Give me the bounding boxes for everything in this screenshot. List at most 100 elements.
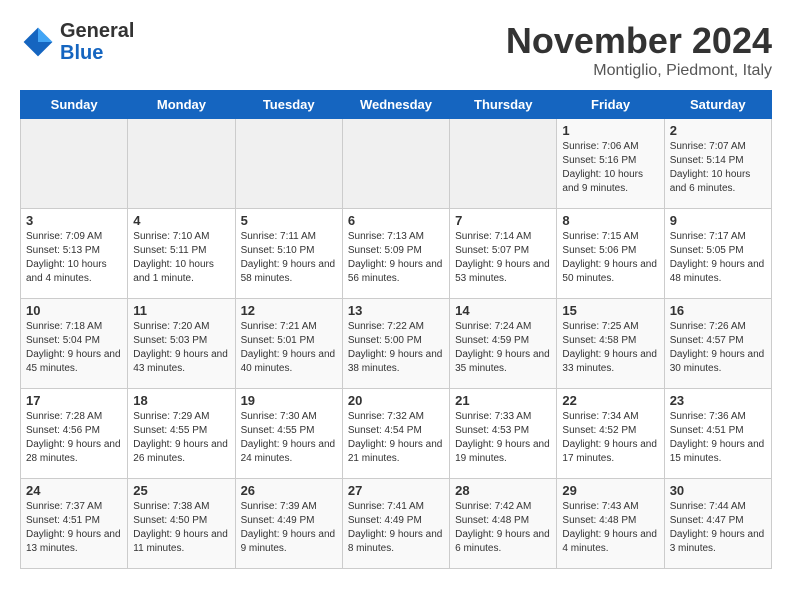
day-info: Sunrise: 7:22 AMSunset: 5:00 PMDaylight:… [348,320,444,376]
calendar-cell: 17 Sunrise: 7:28 AMSunset: 4:56 PMDayligh… [21,389,128,479]
day-number: 18 [133,393,229,408]
day-info: Sunrise: 7:09 AMSunset: 5:13 PMDaylight:… [26,230,122,286]
day-of-week-header: Saturday [664,91,771,119]
day-number: 3 [26,213,122,228]
day-info: Sunrise: 7:13 AMSunset: 5:09 PMDaylight:… [348,230,444,286]
day-number: 10 [26,303,122,318]
calendar-cell: 23 Sunrise: 7:36 AMSunset: 4:51 PMDayligh… [664,389,771,479]
calendar-cell: 2 Sunrise: 7:07 AMSunset: 5:14 PMDaylight… [664,119,771,209]
day-number: 15 [562,303,658,318]
day-number: 26 [241,483,337,498]
calendar-cell [450,119,557,209]
day-info: Sunrise: 7:38 AMSunset: 4:50 PMDaylight:… [133,500,229,556]
day-info: Sunrise: 7:15 AMSunset: 5:06 PMDaylight:… [562,230,658,286]
calendar-cell: 4Sunrise: 7:10 AMSunset: 5:11 PMDaylight… [128,209,235,299]
day-info: Sunrise: 7:17 AMSunset: 5:05 PMDaylight:… [670,230,766,286]
day-info: Sunrise: 7:30 AMSunset: 4:55 PMDaylight:… [241,410,337,466]
day-info: Sunrise: 7:25 AMSunset: 4:58 PMDaylight:… [562,320,658,376]
calendar-cell: 21 Sunrise: 7:33 AMSunset: 4:53 PMDayligh… [450,389,557,479]
day-number: 9 [670,213,766,228]
day-number: 13 [348,303,444,318]
calendar-cell: 11 Sunrise: 7:20 AMSunset: 5:03 PMDayligh… [128,299,235,389]
day-number: 17 [26,393,122,408]
day-number: 30 [670,483,766,498]
day-info: Sunrise: 7:11 AMSunset: 5:10 PMDaylight:… [241,230,337,286]
calendar-cell: 5 Sunrise: 7:11 AMSunset: 5:10 PMDaylight… [235,209,342,299]
location: Montiglio, Piedmont, Italy [506,62,772,80]
calendar-cell: 18 Sunrise: 7:29 AMSunset: 4:55 PMDayligh… [128,389,235,479]
day-info: Sunrise: 7:36 AMSunset: 4:51 PMDaylight:… [670,410,766,466]
day-info: Sunrise: 7:39 AMSunset: 4:49 PMDaylight:… [241,500,337,556]
calendar-cell: 7 Sunrise: 7:14 AMSunset: 5:07 PMDaylight… [450,209,557,299]
day-number: 22 [562,393,658,408]
calendar-table: SundayMondayTuesdayWednesdayThursdayFrid… [20,90,772,569]
day-number: 5 [241,213,337,228]
day-number: 28 [455,483,551,498]
calendar-cell: 8 Sunrise: 7:15 AMSunset: 5:06 PMDaylight… [557,209,664,299]
day-info: Sunrise: 7:32 AMSunset: 4:54 PMDaylight:… [348,410,444,466]
day-of-week-header: Sunday [21,91,128,119]
day-info: Sunrise: 7:21 AMSunset: 5:01 PMDaylight:… [241,320,337,376]
day-number: 14 [455,303,551,318]
day-info: Sunrise: 7:43 AMSunset: 4:48 PMDaylight:… [562,500,658,556]
calendar-cell: 24 Sunrise: 7:37 AMSunset: 4:51 PMDayligh… [21,479,128,569]
calendar-cell [235,119,342,209]
title-area: November 2024 Montiglio, Piedmont, Italy [506,20,772,80]
calendar-cell: 27 Sunrise: 7:41 AMSunset: 4:49 PMDayligh… [342,479,449,569]
day-info: Sunrise: 7:24 AMSunset: 4:59 PMDaylight:… [455,320,551,376]
day-info: Sunrise: 7:06 AMSunset: 5:16 PMDaylight:… [562,140,658,196]
calendar-cell: 9 Sunrise: 7:17 AMSunset: 5:05 PMDaylight… [664,209,771,299]
day-info: Sunrise: 7:18 AMSunset: 5:04 PMDaylight:… [26,320,122,376]
day-info: Sunrise: 7:29 AMSunset: 4:55 PMDaylight:… [133,410,229,466]
month-title: November 2024 [506,20,772,62]
day-number: 2 [670,123,766,138]
calendar-cell: 10 Sunrise: 7:18 AMSunset: 5:04 PMDayligh… [21,299,128,389]
day-info: Sunrise: 7:37 AMSunset: 4:51 PMDaylight:… [26,500,122,556]
day-info: Sunrise: 7:33 AMSunset: 4:53 PMDaylight:… [455,410,551,466]
logo-icon [20,24,56,60]
calendar-cell: 1 Sunrise: 7:06 AMSunset: 5:16 PMDaylight… [557,119,664,209]
day-number: 23 [670,393,766,408]
day-of-week-header: Wednesday [342,91,449,119]
day-number: 21 [455,393,551,408]
calendar-cell: 15 Sunrise: 7:25 AMSunset: 4:58 PMDayligh… [557,299,664,389]
day-number: 1 [562,123,658,138]
day-of-week-header: Tuesday [235,91,342,119]
day-number: 8 [562,213,658,228]
day-info: Sunrise: 7:28 AMSunset: 4:56 PMDaylight:… [26,410,122,466]
day-info: Sunrise: 7:20 AMSunset: 5:03 PMDaylight:… [133,320,229,376]
day-info: Sunrise: 7:14 AMSunset: 5:07 PMDaylight:… [455,230,551,286]
day-number: 20 [348,393,444,408]
day-number: 11 [133,303,229,318]
calendar-cell: 14 Sunrise: 7:24 AMSunset: 4:59 PMDayligh… [450,299,557,389]
calendar-cell: 30Sunrise: 7:44 AMSunset: 4:47 PMDayligh… [664,479,771,569]
day-number: 27 [348,483,444,498]
logo: General Blue [20,20,134,64]
calendar-cell: 16 Sunrise: 7:26 AMSunset: 4:57 PMDayligh… [664,299,771,389]
day-of-week-header: Monday [128,91,235,119]
day-number: 25 [133,483,229,498]
calendar-cell: 6 Sunrise: 7:13 AMSunset: 5:09 PMDaylight… [342,209,449,299]
calendar-cell [342,119,449,209]
day-number: 19 [241,393,337,408]
calendar-cell: 25 Sunrise: 7:38 AMSunset: 4:50 PMDayligh… [128,479,235,569]
day-number: 24 [26,483,122,498]
day-number: 7 [455,213,551,228]
day-number: 12 [241,303,337,318]
logo-text: General Blue [60,20,134,64]
day-number: 6 [348,213,444,228]
calendar-cell: 22Sunrise: 7:34 AMSunset: 4:52 PMDayligh… [557,389,664,479]
day-of-week-header: Friday [557,91,664,119]
day-of-week-header: Thursday [450,91,557,119]
header: General Blue November 2024 Montiglio, Pi… [20,20,772,80]
calendar-cell: 26 Sunrise: 7:39 AMSunset: 4:49 PMDayligh… [235,479,342,569]
calendar-cell: 19 Sunrise: 7:30 AMSunset: 4:55 PMDayligh… [235,389,342,479]
day-info: Sunrise: 7:42 AMSunset: 4:48 PMDaylight:… [455,500,551,556]
day-info: Sunrise: 7:07 AMSunset: 5:14 PMDaylight:… [670,140,766,196]
day-info: Sunrise: 7:41 AMSunset: 4:49 PMDaylight:… [348,500,444,556]
calendar-cell: 3 Sunrise: 7:09 AMSunset: 5:13 PMDaylight… [21,209,128,299]
day-number: 16 [670,303,766,318]
day-info: Sunrise: 7:26 AMSunset: 4:57 PMDaylight:… [670,320,766,376]
calendar-cell: 12 Sunrise: 7:21 AMSunset: 5:01 PMDayligh… [235,299,342,389]
calendar-cell [128,119,235,209]
